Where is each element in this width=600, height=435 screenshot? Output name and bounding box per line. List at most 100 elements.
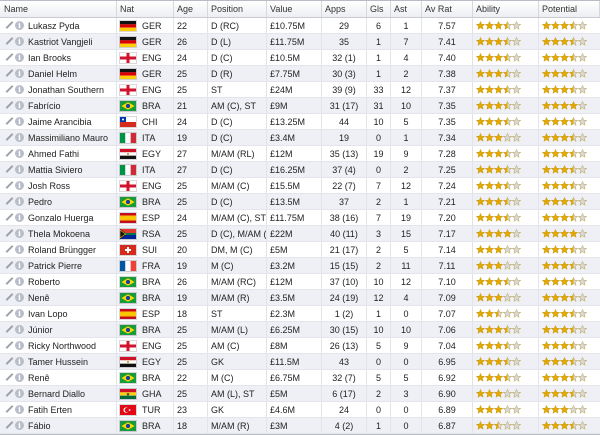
player-name[interactable]: Jonathan Southern xyxy=(28,85,104,95)
pencil-icon[interactable] xyxy=(4,277,13,286)
info-icon[interactable]: i xyxy=(15,37,24,46)
pencil-icon[interactable] xyxy=(4,197,13,206)
player-name-cell[interactable]: i Roberto xyxy=(0,274,117,289)
info-icon[interactable]: i xyxy=(15,85,24,94)
info-icon[interactable]: i xyxy=(15,325,24,334)
info-icon[interactable]: i xyxy=(15,309,24,318)
info-icon[interactable]: i xyxy=(15,149,24,158)
player-name[interactable]: Thela Mokoena xyxy=(28,229,90,239)
player-name-cell[interactable]: i Tamer Hussein xyxy=(0,354,117,369)
pencil-icon[interactable] xyxy=(4,341,13,350)
pencil-icon[interactable] xyxy=(4,213,13,222)
player-name[interactable]: Fatih Erten xyxy=(28,405,72,415)
info-icon[interactable]: i xyxy=(15,341,24,350)
pencil-icon[interactable] xyxy=(4,373,13,382)
info-icon[interactable]: i xyxy=(15,133,24,142)
info-icon[interactable]: i xyxy=(15,181,24,190)
table-row[interactable]: i Josh Ross ENG 25 M/AM (C) £15.5M 22 (7) 7 12 7.… xyxy=(0,178,600,194)
table-row[interactable]: i Patrick Pierre FRA 19 M (C) £3.2M 15 (15) 2 11… xyxy=(0,258,600,274)
pencil-icon[interactable] xyxy=(4,293,13,302)
table-row[interactable]: i Tamer Hussein EGY 25 GK £11.5M 43 0 0 6.95 xyxy=(0,354,600,370)
player-name[interactable]: Lukasz Pyda xyxy=(28,21,80,31)
player-name[interactable]: Roland Brüngger xyxy=(28,245,96,255)
pencil-icon[interactable] xyxy=(4,389,13,398)
player-name-cell[interactable]: i Thela Mokoena xyxy=(0,226,117,241)
player-name[interactable]: Fábio xyxy=(28,421,51,431)
column-header-value[interactable]: Value xyxy=(267,1,322,17)
table-row[interactable]: i Nenê BRA 19 M/AM (R) £3.5M 24 (19) 12 4 7.09 xyxy=(0,290,600,306)
info-icon[interactable]: i xyxy=(15,213,24,222)
player-name-cell[interactable]: i Mattia Siviero xyxy=(0,162,117,177)
column-header-apps[interactable]: Apps xyxy=(322,1,367,17)
pencil-icon[interactable] xyxy=(4,421,13,430)
player-name[interactable]: Kastriot Vangjeli xyxy=(28,37,92,47)
table-row[interactable]: i Ivan Lopo ESP 18 ST £2.3M 1 (2) 1 0 7.07 xyxy=(0,306,600,322)
player-name[interactable]: Tamer Hussein xyxy=(28,357,88,367)
table-row[interactable]: i Roberto BRA 26 M/AM (RC) £12M 37 (10) 10 12 7.1… xyxy=(0,274,600,290)
player-name[interactable]: Júnior xyxy=(28,325,53,335)
pencil-icon[interactable] xyxy=(4,69,13,78)
info-icon[interactable]: i xyxy=(15,389,24,398)
pencil-icon[interactable] xyxy=(4,405,13,414)
table-row[interactable]: i Fatih Erten TUR 23 GK £4.6M 24 0 0 6.89 xyxy=(0,402,600,418)
player-name[interactable]: Ricky Northwood xyxy=(28,341,96,351)
table-row[interactable]: i Lukasz Pyda GER 22 D (RC) £10.75M 29 6 1 7.57 xyxy=(0,18,600,34)
info-icon[interactable]: i xyxy=(15,197,24,206)
player-name-cell[interactable]: i Júnior xyxy=(0,322,117,337)
info-icon[interactable]: i xyxy=(15,373,24,382)
info-icon[interactable]: i xyxy=(15,245,24,254)
column-header-age[interactable]: Age xyxy=(174,1,208,17)
info-icon[interactable]: i xyxy=(15,405,24,414)
pencil-icon[interactable] xyxy=(4,101,13,110)
pencil-icon[interactable] xyxy=(4,133,13,142)
column-header-gls[interactable]: Gls xyxy=(367,1,391,17)
player-name-cell[interactable]: i Massimiliano Mauro xyxy=(0,130,117,145)
player-name-cell[interactable]: i Fábio xyxy=(0,418,117,433)
column-header-position[interactable]: Position xyxy=(208,1,267,17)
info-icon[interactable]: i xyxy=(15,53,24,62)
player-name-cell[interactable]: i Ivan Lopo xyxy=(0,306,117,321)
player-name-cell[interactable]: i Daniel Helm xyxy=(0,66,117,81)
table-row[interactable]: i Jonathan Southern ENG 25 ST £24M 39 (9) 33 12 7… xyxy=(0,82,600,98)
player-name[interactable]: Fabrício xyxy=(28,101,61,111)
player-name-cell[interactable]: i Jonathan Southern xyxy=(0,82,117,97)
pencil-icon[interactable] xyxy=(4,37,13,46)
table-row[interactable]: i Jaime Arancibia CHI 24 D (C) £13.25M 44 10 5 7.… xyxy=(0,114,600,130)
player-name-cell[interactable]: i Josh Ross xyxy=(0,178,117,193)
player-name[interactable]: Patrick Pierre xyxy=(28,261,82,271)
table-row[interactable]: i Bernard Diallo GHA 25 AM (L), ST £5M 6 (17) 2… xyxy=(0,386,600,402)
table-row[interactable]: i Kastriot Vangjeli GER 26 D (L) £11.75M 35 1 7 7… xyxy=(0,34,600,50)
column-header-nat[interactable]: Nat xyxy=(117,1,174,17)
info-icon[interactable]: i xyxy=(15,117,24,126)
table-row[interactable]: i Ricky Northwood ENG 25 AM (C) £8M 26 (13) 5 9 7… xyxy=(0,338,600,354)
player-name-cell[interactable]: i Gonzalo Huerga xyxy=(0,210,117,225)
pencil-icon[interactable] xyxy=(4,309,13,318)
table-row[interactable]: i Ian Brooks ENG 24 D (C) £10.5M 32 (1) 1 4 7.40 xyxy=(0,50,600,66)
pencil-icon[interactable] xyxy=(4,117,13,126)
player-name-cell[interactable]: i Fabrício xyxy=(0,98,117,113)
player-name-cell[interactable]: i Roland Brüngger xyxy=(0,242,117,257)
info-icon[interactable]: i xyxy=(15,421,24,430)
pencil-icon[interactable] xyxy=(4,21,13,30)
player-name-cell[interactable]: i Kastriot Vangjeli xyxy=(0,34,117,49)
table-row[interactable]: i Thela Mokoena RSA 25D (C), M/AM (C)£22M40… xyxy=(0,226,600,242)
player-name[interactable]: Ian Brooks xyxy=(28,53,71,63)
info-icon[interactable]: i xyxy=(15,69,24,78)
player-name-cell[interactable]: i Ricky Northwood xyxy=(0,338,117,353)
pencil-icon[interactable] xyxy=(4,229,13,238)
column-header-av-rat[interactable]: Av Rat xyxy=(422,1,473,17)
pencil-icon[interactable] xyxy=(4,53,13,62)
column-header-name[interactable]: Name xyxy=(0,1,117,17)
pencil-icon[interactable] xyxy=(4,149,13,158)
player-name[interactable]: Ahmed Fathi xyxy=(28,149,79,159)
player-name[interactable]: Bernard Diallo xyxy=(28,389,85,399)
player-name[interactable]: Pedro xyxy=(28,197,52,207)
player-name[interactable]: Roberto xyxy=(28,277,60,287)
info-icon[interactable]: i xyxy=(15,277,24,286)
pencil-icon[interactable] xyxy=(4,261,13,270)
player-name-cell[interactable]: i Patrick Pierre xyxy=(0,258,117,273)
player-name-cell[interactable]: i Jaime Arancibia xyxy=(0,114,117,129)
player-name-cell[interactable]: i Nenê xyxy=(0,290,117,305)
table-row[interactable]: i Ahmed Fathi EGY 27 M/AM (RL) £12M 35 (13) 19 9… xyxy=(0,146,600,162)
table-row[interactable]: i Mattia Siviero ITA 27 D (C) £16.25M 37 (4) 0 2… xyxy=(0,162,600,178)
